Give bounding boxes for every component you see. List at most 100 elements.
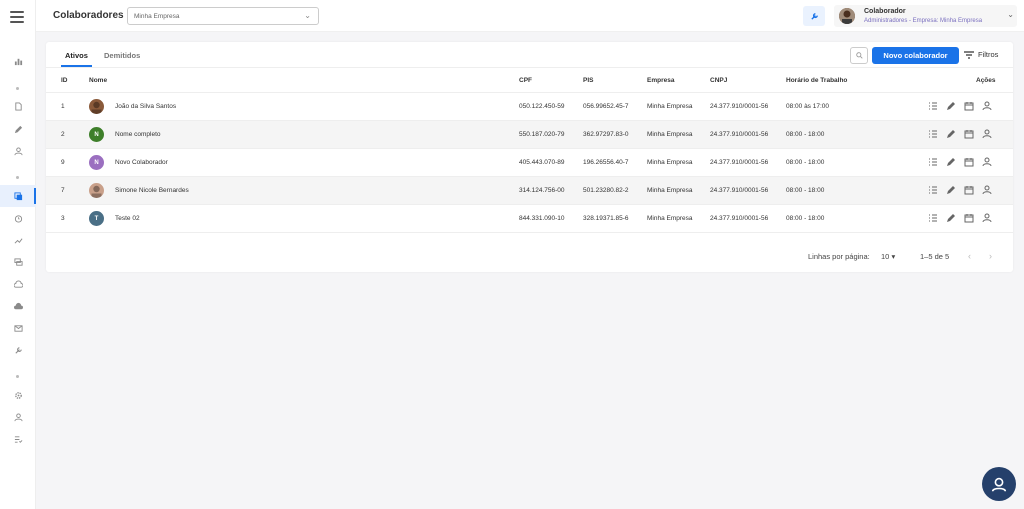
cell-cnpj: 24.377.910/0001-56 [710,159,769,166]
cell-horario: 08:00 - 18:00 [786,187,825,194]
menu-icon[interactable] [10,11,24,23]
person-icon[interactable] [982,129,992,139]
list-icon[interactable] [928,213,938,223]
avatar: N [89,155,104,170]
employees-table: ID Nome CPF PIS Empresa CNPJ Horário de … [46,68,1013,233]
person-icon[interactable] [982,101,992,111]
wrench-icon[interactable] [0,339,36,361]
calendar-icon[interactable] [964,213,974,223]
search-icon [855,52,863,59]
user-name: Colaborador [864,8,906,15]
cell-horario: 08:00 - 18:00 [786,131,825,138]
gear-icon[interactable] [0,384,36,406]
cell-cpf: 314.124.756-00 [519,187,565,194]
chevron-left-icon[interactable]: ‹ [968,251,971,261]
company-select[interactable]: Minha Empresa ⌄ [127,7,319,25]
support-agent-icon [991,477,1007,492]
person-icon[interactable] [982,213,992,223]
pencil-icon[interactable] [946,213,956,223]
cell-pis: 501.23280.82-2 [583,187,629,194]
section-dot [16,375,19,378]
person-icon[interactable] [0,406,36,428]
tab-demitidos[interactable]: Demitidos [104,51,140,60]
cell-cnpj: 24.377.910/0001-56 [710,215,769,222]
person-icon[interactable] [982,185,992,195]
cell-name: Simone Nicole Bernardes [115,187,189,194]
cell-name: Novo Colaborador [115,159,168,166]
mail-icon[interactable] [0,317,36,339]
document-icon[interactable] [0,95,36,117]
column-header[interactable]: ID [61,77,68,84]
column-header[interactable]: Horário de Trabalho [786,77,847,84]
page-range: 1–5 de 5 [920,252,950,261]
calendar-icon[interactable] [964,129,974,139]
cell-empresa: Minha Empresa [647,103,693,110]
cell-empresa: Minha Empresa [647,187,693,194]
cloud-download-icon[interactable] [0,295,36,317]
chat-icon[interactable] [0,251,36,273]
table-header: ID Nome CPF PIS Empresa CNPJ Horário de … [46,68,1013,93]
row-actions [928,129,992,139]
calendar-icon[interactable] [964,101,974,111]
employees-card: Ativos Demitidos Novo colaborador Filtro… [46,42,1013,272]
user-role: Administradores - Empresa: Minha Empresa [864,18,983,24]
column-header[interactable]: CPF [519,77,532,84]
list-icon[interactable] [928,185,938,195]
column-header: Ações [976,77,996,84]
pencil-icon[interactable] [946,101,956,111]
column-header[interactable]: PIS [583,77,593,84]
pencil-icon[interactable] [946,157,956,167]
copy-icon[interactable] [0,185,36,207]
table-row[interactable]: 1 João da Silva Santos 050.122.450-59 056.9… [46,93,1013,121]
pencil-icon[interactable] [946,185,956,195]
user-menu[interactable]: Colaborador Administradores - Empresa: M… [834,5,1017,27]
bar-chart-icon[interactable] [0,50,36,72]
avatar [89,99,104,114]
table-row[interactable]: 7 Simone Nicole Bernardes 314.124.756-00 50… [46,177,1013,205]
column-header[interactable]: Nome [89,77,107,84]
trend-icon[interactable] [0,229,36,251]
pencil-icon[interactable] [0,118,36,140]
cell-horario: 08:00 - 18:00 [786,159,825,166]
chevron-right-icon[interactable]: › [989,251,992,261]
cell-pis: 328.19371.85-6 [583,215,629,222]
cell-cpf: 550.187.020-79 [519,131,565,138]
tools-button[interactable] [803,6,825,26]
checklist-icon[interactable] [0,428,36,450]
avatar: T [89,211,104,226]
section-dot [16,176,19,179]
help-chat-button[interactable] [982,467,1016,501]
caret-down-icon: ▾ [891,252,896,261]
column-header[interactable]: CNPJ [710,77,727,84]
cell-id: 1 [61,103,65,110]
top-header: Colaboradores Minha Empresa ⌄ Colaborado… [36,0,1024,32]
wrench-icon [810,12,818,20]
calendar-icon[interactable] [964,185,974,195]
search-button[interactable] [850,47,868,64]
list-icon[interactable] [928,101,938,111]
cloud-upload-icon[interactable] [0,273,36,295]
cell-cpf: 405.443.070-89 [519,159,565,166]
pencil-icon[interactable] [946,129,956,139]
person-icon[interactable] [982,157,992,167]
chevron-down-icon: ⌄ [304,11,311,20]
avatar [839,8,855,24]
table-row[interactable]: 3 Teste 02 844.331.090-10 328.19371.85-6 Min… [46,205,1013,233]
list-icon[interactable] [928,157,938,167]
new-employee-button[interactable]: Novo colaborador [872,47,959,64]
alarm-icon[interactable] [0,207,36,229]
avatar: N [89,127,104,142]
table-row[interactable]: 2 Nome completo 550.187.020-79 362.97297.83… [46,121,1013,149]
cell-cnpj: 24.377.910/0001-56 [710,131,769,138]
column-header[interactable]: Empresa [647,77,674,84]
calendar-icon[interactable] [964,157,974,167]
filter-button[interactable]: Filtros [964,50,998,59]
table-row[interactable]: 9 Novo Colaborador 405.443.070-89 196.26556… [46,149,1013,177]
person-icon[interactable] [0,140,36,162]
cell-cnpj: 24.377.910/0001-56 [710,187,769,194]
tab-ativos[interactable]: Ativos [61,51,92,67]
avatar-letter: T [94,215,99,222]
rows-per-page-select[interactable]: 10 ▾ [881,252,895,261]
row-actions [928,213,992,223]
list-icon[interactable] [928,129,938,139]
